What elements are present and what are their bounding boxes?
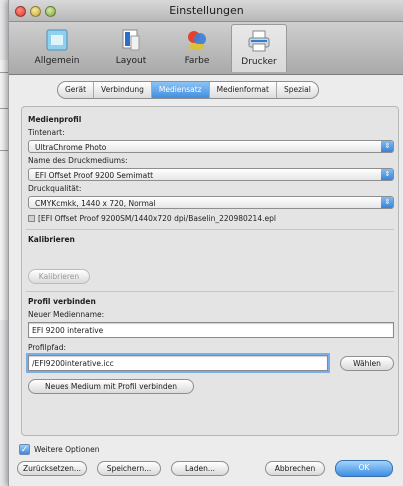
window-title: Einstellungen [169,4,244,17]
popup-arrows-icon: ⇕ [381,141,393,152]
profile-path-text: [EFI Offset Proof 9200SM/1440x720 dpi/Ba… [38,214,276,223]
kalibrieren-button[interactable]: Kalibrieren [28,269,90,284]
toolbar-item-allgemein[interactable]: Allgemein [29,24,85,72]
tab-spezial[interactable]: Spezial [277,82,318,98]
toolbar-item-label: Drucker [241,57,277,67]
tab-verbindung[interactable]: Verbindung [94,82,152,98]
toolbar-item-layout[interactable]: Layout [103,24,159,72]
save-button[interactable]: Speichern... [97,461,161,476]
druckqualitaet-label: Druckqualität: [28,184,82,193]
section-heading-kalibrieren: Kalibrieren [28,235,75,244]
popup-arrows-icon: ⇕ [381,169,393,180]
druckqualitaet-value: CMYKcmkk, 1440 x 720, Normal [35,199,156,208]
section-divider [26,229,394,230]
weitere-optionen-checkbox[interactable]: ✓ [19,444,30,455]
profile-file-icon [28,215,35,222]
printer-icon [246,29,272,53]
tab-bar: Gerät Verbindung Mediensatz Medienformat… [57,81,319,99]
toolbar-item-label: Layout [115,56,147,66]
reset-button[interactable]: Zurücksetzen... [17,461,87,476]
medienname-label: Neuer Medienname: [28,310,105,319]
toolbar-item-label: Allgemein [34,56,80,66]
connect-profile-button[interactable]: Neues Medium mit Profil verbinden [28,379,194,394]
general-icon [44,28,70,52]
tintenart-value: UltraChrome Photo [35,143,107,152]
toolbar-item-farbe[interactable]: Farbe [169,24,225,72]
druckmedium-popup[interactable]: EFI Offset Proof 9200 Semimatt ⇕ [28,168,394,181]
mediensatz-panel: Medienprofil Tintenart: UltraChrome Phot… [21,106,399,436]
weitere-optionen-label: Weitere Optionen [34,445,100,454]
section-heading-profil-verbinden: Profil verbinden [28,297,96,306]
toolbar-item-drucker[interactable]: Drucker [231,24,287,72]
layout-icon [118,28,144,52]
waehlen-button[interactable]: Wählen [340,356,394,371]
profilpfad-label: Profilpfad: [28,343,66,352]
tintenart-label: Tintenart: [28,128,65,137]
tab-geraet[interactable]: Gerät [58,82,95,98]
preferences-content: Gerät Verbindung Mediensatz Medienformat… [9,76,403,486]
druckmedium-value: EFI Offset Proof 9200 Semimatt [35,171,154,180]
tab-mediensatz[interactable]: Mediensatz [151,82,210,98]
color-icon [184,28,210,52]
cancel-button[interactable]: Abbrechen [265,461,325,476]
preferences-toolbar: Allgemein Layout Farbe Drucker [9,22,403,75]
section-divider [26,291,394,292]
druckmedium-label: Name des Druckmediums: [28,156,128,165]
tab-medienformat[interactable]: Medienformat [210,82,277,98]
ok-button[interactable]: OK [335,460,393,477]
toolbar-item-label: Farbe [184,56,210,66]
preferences-window: Einstellungen Allgemein Layout Farbe Dru… [8,0,403,486]
tintenart-popup[interactable]: UltraChrome Photo ⇕ [28,140,394,153]
medienname-field[interactable]: EFI 9200 interative [28,322,394,338]
druckqualitaet-popup[interactable]: CMYKcmkk, 1440 x 720, Normal ⇕ [28,196,394,209]
load-button[interactable]: Laden... [171,461,229,476]
title-bar: Einstellungen [9,0,403,22]
popup-arrows-icon: ⇕ [381,197,393,208]
profilpfad-field[interactable]: /EFI9200interative.icc [26,353,330,373]
section-heading-medienprofil: Medienprofil [28,115,82,124]
